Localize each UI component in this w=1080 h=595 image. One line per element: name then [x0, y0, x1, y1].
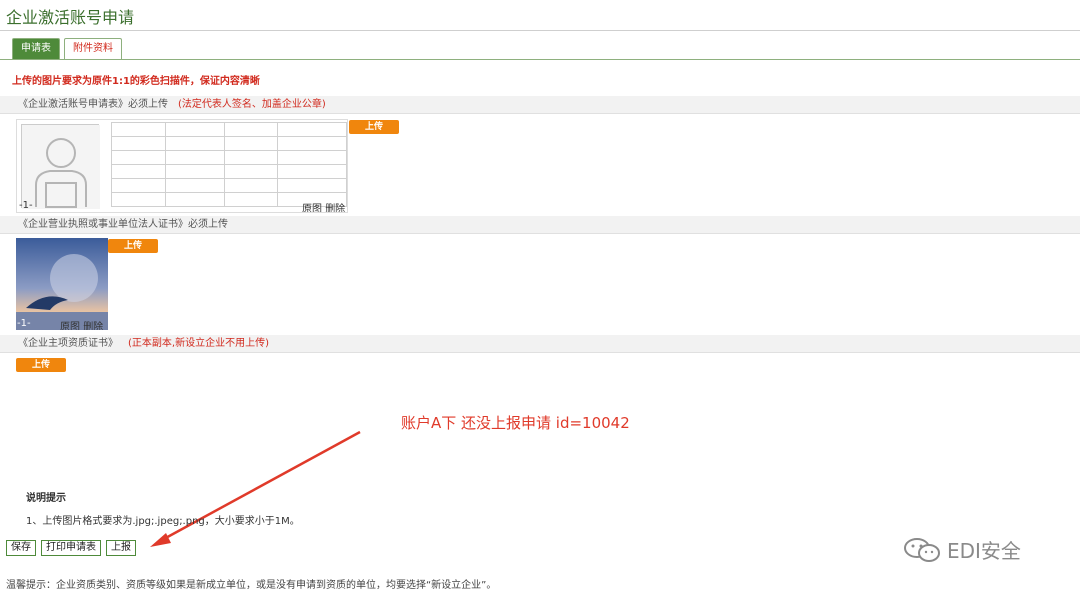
annotation-arrow-icon [150, 430, 361, 547]
watermark-text: EDI安全 [947, 539, 1021, 563]
print-form-button[interactable]: 打印申请表 [41, 540, 101, 556]
watermark: EDI安全 [903, 535, 1021, 564]
tips-title: 说明提示 [26, 493, 66, 504]
action-buttons: 保存 打印申请表 上报 [6, 540, 141, 556]
wechat-icon [904, 537, 940, 562]
warm-tip: 温馨提示：企业资质类别、资质等级如果是新成立单位，或是没有申请到资质的单位，均要… [6, 580, 497, 591]
save-button[interactable]: 保存 [6, 540, 36, 556]
submit-button[interactable]: 上报 [106, 540, 136, 556]
tips-item: 1、上传图片格式要求为.jpg;.jpeg;.png，大小要求小于1M。 [26, 516, 300, 527]
